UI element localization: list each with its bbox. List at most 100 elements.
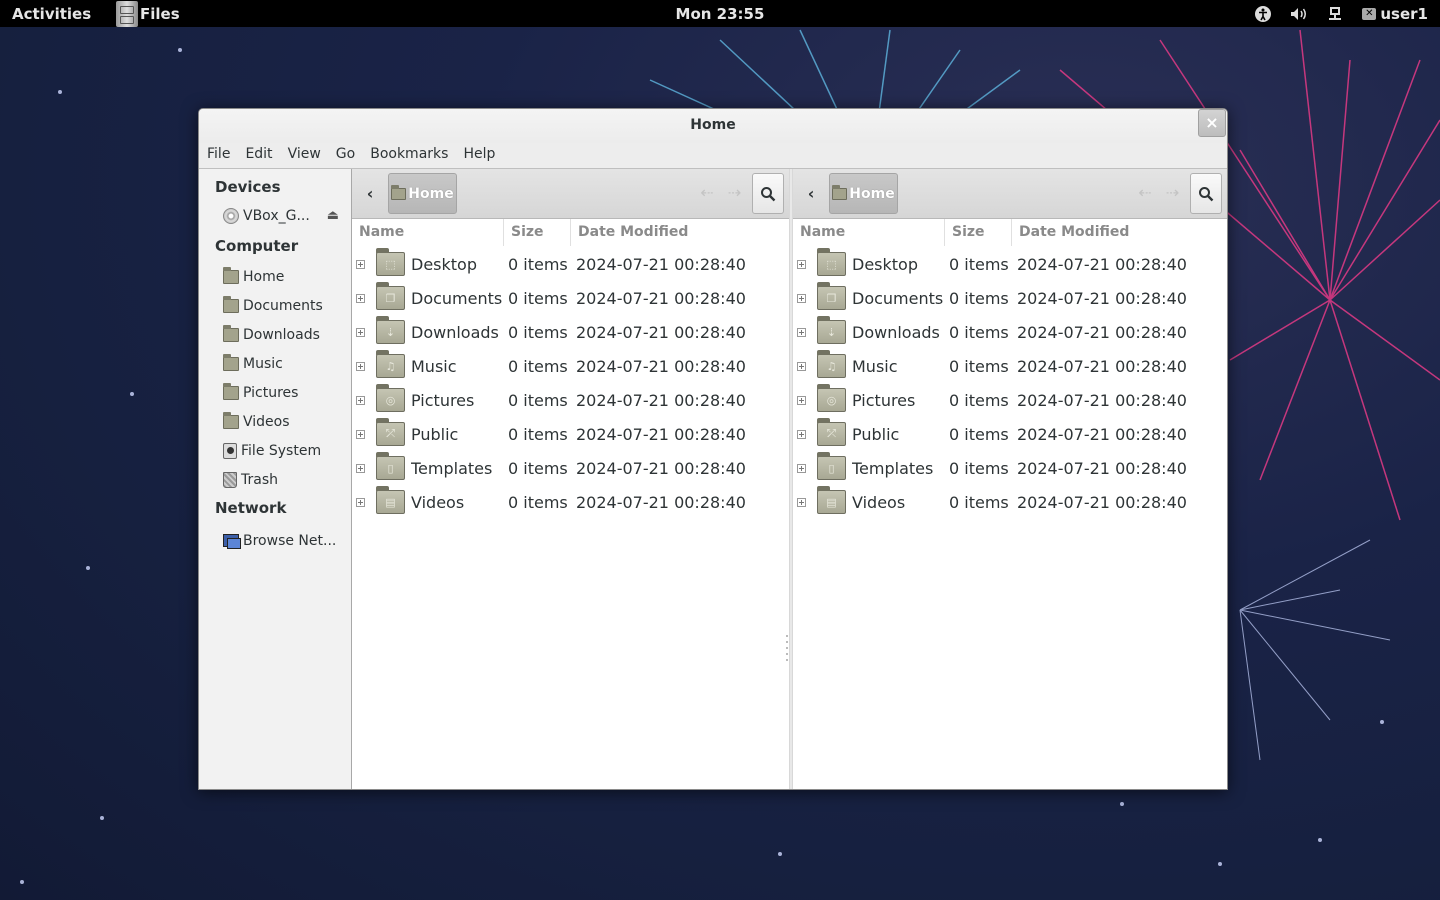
files-app-icon <box>116 0 138 27</box>
file-row-music[interactable]: ♫ Music 0 items 2024-07-21 00:28:40 <box>352 349 789 383</box>
expand-toggle-icon[interactable] <box>797 293 806 303</box>
path-back-button[interactable]: ‹ <box>359 184 381 203</box>
column-size[interactable]: Size <box>945 219 1012 246</box>
window-titlebar[interactable]: Home × <box>199 109 1227 143</box>
file-row-public[interactable]: ⤱ Public 0 items 2024-07-21 00:28:40 <box>793 417 1227 451</box>
file-row-templates[interactable]: ▯ Templates 0 items 2024-07-21 00:28:40 <box>793 451 1227 485</box>
expand-toggle-icon[interactable] <box>356 395 365 405</box>
column-name[interactable]: Name <box>793 219 945 246</box>
expand-toggle-icon[interactable] <box>356 497 365 507</box>
file-date-modified: 2024-07-21 00:28:40 <box>576 424 746 444</box>
sidebar-item-downloads[interactable]: Downloads <box>199 320 351 349</box>
home-folder-icon <box>223 266 239 284</box>
pane-toolbar: ‹ Home ⇠ ⇢ <box>793 169 1227 219</box>
file-name: Pictures <box>852 390 916 410</box>
file-row-public[interactable]: ⤱ Public 0 items 2024-07-21 00:28:40 <box>352 417 789 451</box>
menu-file[interactable]: File <box>207 143 237 168</box>
sidebar-item-documents[interactable]: Documents <box>199 291 351 320</box>
column-size[interactable]: Size <box>504 219 571 246</box>
user-menu[interactable]: ✕ user1 <box>1362 5 1428 23</box>
sidebar-item-pictures[interactable]: Pictures <box>199 378 351 407</box>
path-button-home[interactable]: Home <box>829 173 898 214</box>
history-forward-icon[interactable]: ⇢ <box>728 183 741 202</box>
column-date-modified[interactable]: Date Modified <box>1012 219 1227 246</box>
app-menu-button[interactable]: Files <box>116 0 180 27</box>
history-back-icon[interactable]: ⇠ <box>1138 183 1151 202</box>
file-row-pictures[interactable]: ◎ Pictures 0 items 2024-07-21 00:28:40 <box>352 383 789 417</box>
column-name[interactable]: Name <box>352 219 504 246</box>
path-button-label: Home <box>408 185 454 202</box>
activities-button[interactable]: Activities <box>12 5 91 23</box>
file-name: Public <box>852 424 900 444</box>
accessibility-icon[interactable] <box>1254 5 1272 23</box>
search-icon <box>761 186 776 201</box>
eject-icon[interactable]: ⏏ <box>327 208 339 223</box>
file-row-desktop[interactable]: ⬚ Desktop 0 items 2024-07-21 00:28:40 <box>793 247 1227 281</box>
file-size: 0 items <box>949 492 1009 512</box>
expand-toggle-icon[interactable] <box>797 395 806 405</box>
expand-toggle-icon[interactable] <box>797 361 806 371</box>
menu-help[interactable]: Help <box>463 143 502 168</box>
file-date-modified: 2024-07-21 00:28:40 <box>1017 424 1187 444</box>
file-name: Documents <box>852 288 944 308</box>
sidebar-item-videos[interactable]: Videos <box>199 407 351 436</box>
sidebar-item-browse-network[interactable]: Browse Net... <box>199 526 351 555</box>
file-date-modified: 2024-07-21 00:28:40 <box>1017 390 1187 410</box>
desktop-folder-icon: ⬚ <box>817 248 846 276</box>
pictures-folder-icon: ◎ <box>817 384 846 412</box>
file-row-downloads[interactable]: ⇣ Downloads 0 items 2024-07-21 00:28:40 <box>352 315 789 349</box>
search-button[interactable] <box>752 173 784 214</box>
history-forward-icon[interactable]: ⇢ <box>1166 183 1179 202</box>
public-folder-icon: ⤱ <box>376 418 405 446</box>
search-button[interactable] <box>1190 173 1222 214</box>
expand-toggle-icon[interactable] <box>356 463 365 473</box>
history-back-icon[interactable]: ⇠ <box>700 183 713 202</box>
menu-go[interactable]: Go <box>336 143 362 168</box>
expand-toggle-icon[interactable] <box>356 429 365 439</box>
column-header: Name Size Date Modified <box>352 219 789 247</box>
file-row-desktop[interactable]: ⬚ Desktop 0 items 2024-07-21 00:28:40 <box>352 247 789 281</box>
file-row-videos[interactable]: ▤ Videos 0 items 2024-07-21 00:28:40 <box>352 485 789 519</box>
sidebar-item-music[interactable]: Music <box>199 349 351 378</box>
expand-toggle-icon[interactable] <box>797 497 806 507</box>
menu-bar: File Edit View Go Bookmarks Help <box>199 143 1227 169</box>
file-row-music[interactable]: ♫ Music 0 items 2024-07-21 00:28:40 <box>793 349 1227 383</box>
column-date-modified[interactable]: Date Modified <box>571 219 789 246</box>
wallpaper-star <box>20 880 24 884</box>
documents-folder-icon: ❐ <box>376 282 405 310</box>
expand-toggle-icon[interactable] <box>797 463 806 473</box>
menu-view[interactable]: View <box>288 143 328 168</box>
sidebar-item-home[interactable]: Home <box>199 262 351 291</box>
wallpaper-star <box>1120 802 1124 806</box>
sidebar-item-label: Home <box>243 268 285 285</box>
expand-toggle-icon[interactable] <box>797 259 806 269</box>
file-row-pictures[interactable]: ◎ Pictures 0 items 2024-07-21 00:28:40 <box>793 383 1227 417</box>
menu-bookmarks[interactable]: Bookmarks <box>370 143 455 168</box>
sidebar-item-file-system[interactable]: File System <box>199 436 351 465</box>
expand-toggle-icon[interactable] <box>797 429 806 439</box>
network-icon[interactable] <box>1326 5 1344 23</box>
sidebar-item-vbox[interactable]: VBox_G... ⏏ <box>199 201 351 230</box>
expand-toggle-icon[interactable] <box>356 259 365 269</box>
close-button[interactable]: × <box>1198 109 1226 137</box>
file-pane-left: ‹ Home ⇠ ⇢ Name Size Date Modified ⬚ Desk… <box>352 169 789 789</box>
sidebar-item-trash[interactable]: Trash <box>199 465 351 494</box>
file-row-videos[interactable]: ▤ Videos 0 items 2024-07-21 00:28:40 <box>793 485 1227 519</box>
path-back-button[interactable]: ‹ <box>800 184 822 203</box>
path-button-home[interactable]: Home <box>388 173 457 214</box>
file-row-templates[interactable]: ▯ Templates 0 items 2024-07-21 00:28:40 <box>352 451 789 485</box>
volume-icon[interactable] <box>1290 5 1308 23</box>
expand-toggle-icon[interactable] <box>356 327 365 337</box>
file-date-modified: 2024-07-21 00:28:40 <box>1017 458 1187 478</box>
menu-edit[interactable]: Edit <box>245 143 279 168</box>
file-row-documents[interactable]: ❐ Documents 0 items 2024-07-21 00:28:40 <box>793 281 1227 315</box>
file-size: 0 items <box>508 254 568 274</box>
trash-icon <box>223 471 237 488</box>
clock[interactable]: Mon 23:55 <box>676 5 765 23</box>
file-row-downloads[interactable]: ⇣ Downloads 0 items 2024-07-21 00:28:40 <box>793 315 1227 349</box>
expand-toggle-icon[interactable] <box>356 293 365 303</box>
file-row-documents[interactable]: ❐ Documents 0 items 2024-07-21 00:28:40 <box>352 281 789 315</box>
expand-toggle-icon[interactable] <box>797 327 806 337</box>
network-browse-icon <box>223 534 241 549</box>
expand-toggle-icon[interactable] <box>356 361 365 371</box>
